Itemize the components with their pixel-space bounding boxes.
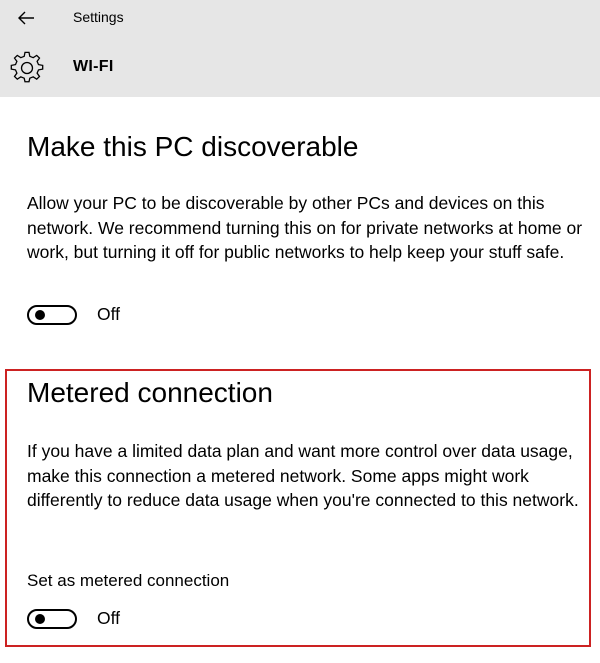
discoverable-toggle-row[interactable]: Off [27,304,120,325]
discoverable-toggle-state: Off [97,304,121,324]
metered-title: Metered connection [27,377,273,408]
toggle-knob [35,613,45,624]
metered-setting-label: Set as metered connection [27,571,230,590]
metered-description: If you have a limited data plan and want… [27,441,579,510]
discoverable-description: Allow your PC to be discoverable by othe… [27,193,583,262]
window-title: Settings [73,9,124,25]
page-title: WI-FI [73,58,114,75]
back-arrow-icon [18,11,34,25]
metered-toggle-row[interactable]: Off [27,608,120,629]
metered-toggle-state: Off [97,608,121,628]
gear-icon [10,51,44,83]
back-button[interactable] [10,2,42,34]
discoverable-title: Make this PC discoverable [27,131,359,162]
metered-toggle[interactable] [27,608,77,629]
toggle-knob [35,309,45,320]
discoverable-toggle[interactable] [27,304,77,325]
settings-header: Settings WI-FI [0,0,600,97]
